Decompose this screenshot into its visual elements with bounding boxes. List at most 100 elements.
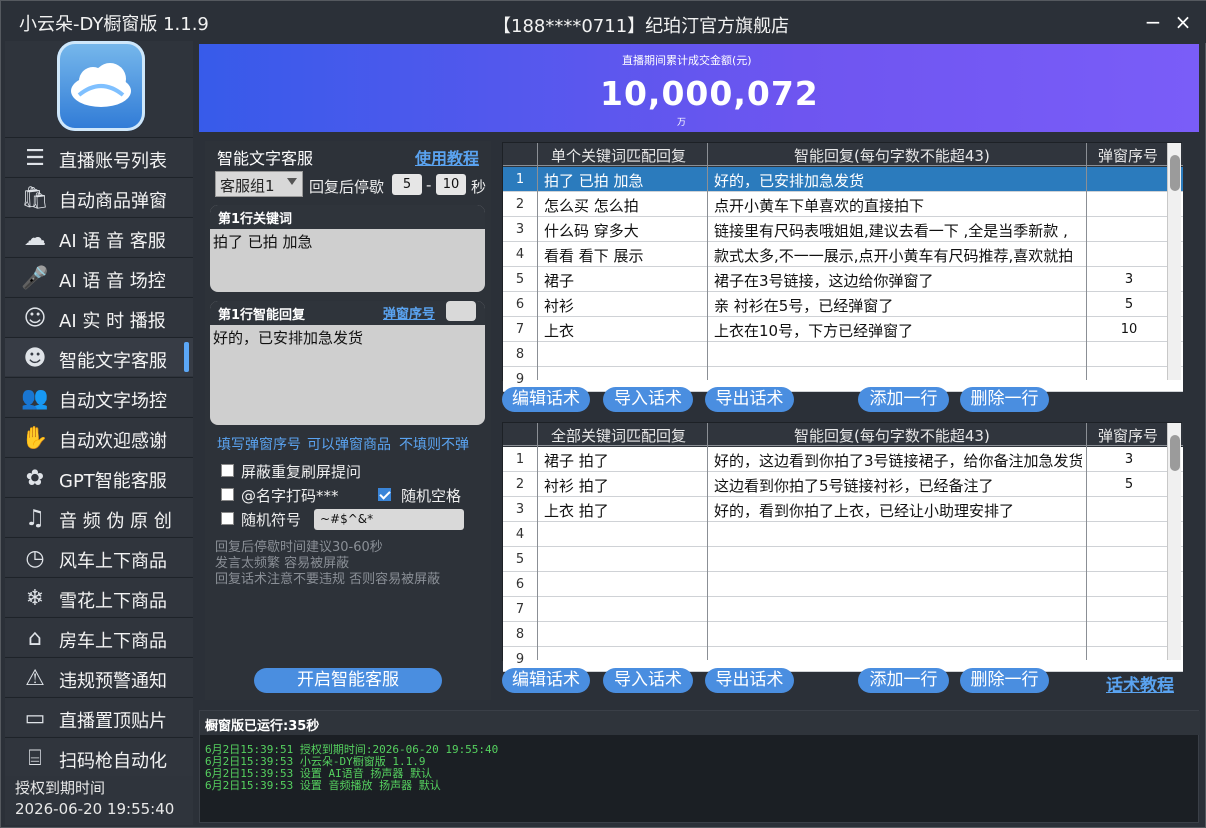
table-row[interactable]: 6 [503,572,1183,597]
sidebar-item-welcome[interactable]: ✋ 自动欢迎感谢 [5,417,193,456]
keyword-cell[interactable]: 上衣 [544,320,704,341]
sidebar-item-ai-voice-control[interactable]: 🎤 AI 语 音 场控 [5,257,193,296]
export-script-button-2[interactable]: 导出话术 [705,668,794,693]
reply-cell[interactable]: 裙子在3号链接，这边给你弹窗了 [714,270,1082,291]
table-row[interactable]: 2 衬衫 拍了 这边看到你拍了5号链接衬衫，已经备注了 5 [503,472,1183,497]
service-group-select[interactable]: 客服组1 [215,171,303,197]
sidebar-item-audio[interactable]: ♫ 音 频 伪 原 创 [5,497,193,536]
table-row[interactable]: 2 怎么买 怎么拍 点开小黄车下单喜欢的直接拍下 [503,192,1183,217]
sidebar-item-ai-voice-service[interactable]: ☁ AI 语 音 客服 [5,217,193,256]
sidebar-item-label: GPT智能客服 [59,471,167,492]
reply-cell[interactable]: 点开小黄车下单喜欢的直接拍下 [714,195,1082,216]
delete-row-button-1[interactable]: 删除一行 [960,387,1049,412]
table-row[interactable]: 8 [503,622,1183,647]
keyword-cell[interactable]: 裙子 [544,270,704,291]
reply-cell[interactable]: 好的，看到你拍了上衣，已经让小助理安排了 [714,500,1082,521]
edit-script-button-1[interactable]: 编辑话术 [502,387,590,412]
table-row[interactable]: 7 [503,597,1183,622]
popup-number-cell[interactable]: 5 [1085,297,1173,312]
table-row[interactable]: 1 裙子 拍了 好的，这边看到你拍了3号链接裙子，给你备注加急发货 3 [503,447,1183,472]
sidebar-item-live-accounts[interactable]: ☰ 直播账号列表 [5,137,193,176]
random-space-checkbox[interactable] [378,488,391,501]
popup-number-cell[interactable]: 3 [1085,272,1173,287]
keyword-cell[interactable]: 上衣 拍了 [544,500,704,521]
sidebar-item-gpt[interactable]: ✿ GPT智能客服 [5,457,193,496]
sidebar-item-warning[interactable]: ⚠ 违规预警通知 [5,657,193,696]
add-row-button-2[interactable]: 添加一行 [858,668,949,693]
reply-cell[interactable]: 款式太多,不一一展示,点开小黄车有尺码推荐,喜欢就拍 [714,245,1082,266]
reply-cell[interactable]: 亲 衬衫在5号，已经弹窗了 [714,295,1082,316]
block-repeat-checkbox[interactable] [221,464,234,477]
wave-hand-icon: ✋ [21,426,49,451]
pause-min-input[interactable]: 5 [392,174,422,195]
table-row[interactable]: 7 上衣 上衣在10号，下方已经弹窗了 10 [503,317,1183,342]
table-scrollbar[interactable] [1167,143,1181,380]
table-row[interactable]: 3 上衣 拍了 好的，看到你拍了上衣，已经让小助理安排了 [503,497,1183,522]
sidebar-item-scanner[interactable]: ⌸ 扫码枪自动化 [5,737,193,776]
popup-number-cell[interactable]: 10 [1085,322,1173,337]
table-row[interactable]: 4 [503,522,1183,547]
edit-script-button-2[interactable]: 编辑话术 [502,668,590,693]
table-row[interactable]: 8 [503,342,1183,367]
add-row-button-1[interactable]: 添加一行 [858,387,949,412]
delete-row-button-2[interactable]: 删除一行 [960,668,1049,693]
table-row[interactable]: 5 [503,547,1183,572]
symbol-input[interactable]: ~#$^&* [314,509,464,530]
expiry-value: 2026-06-20 19:55:40 [15,800,175,818]
table-row[interactable]: 1 拍了 已拍 加急 好的，已安排加急发货 [503,167,1183,192]
import-script-button-2[interactable]: 导入话术 [603,668,693,693]
reply-cell[interactable]: 上衣在10号，下方已经弹窗了 [714,320,1082,341]
note-pause: 回复后停歇时间建议30-60秒 [215,540,383,555]
export-script-button-1[interactable]: 导出话术 [705,387,794,412]
note-compliance: 回复话术注意不要违规 否则容易被屏蔽 [215,572,441,587]
close-button[interactable]: × [1171,10,1195,34]
random-symbol-checkbox[interactable] [221,512,234,525]
sidebar-item-windmill[interactable]: ◷ 风车上下商品 [5,537,193,576]
script-tutorial-link[interactable]: 话术教程 [1106,671,1174,696]
keyword-input[interactable]: 拍了 已拍 加急 [210,229,485,255]
keyword-cell[interactable]: 衬衫 [544,295,704,316]
reply-cell[interactable]: 链接里有尺码表哦姐姐,建议去看一下 ,全是当季新款 , [714,220,1082,241]
keyword-cell[interactable]: 看看 看下 展示 [544,245,704,266]
sidebar-item-sticker[interactable]: ▭ 直播置顶贴片 [5,697,193,736]
sales-amount: 10,000,072 [600,74,819,113]
keyword-cell[interactable]: 裙子 拍了 [544,450,704,471]
mask-name-checkbox[interactable] [221,488,234,501]
reply-cell[interactable]: 好的，已安排加急发货 [714,170,1082,191]
sidebar-item-ai-broadcast[interactable]: ☺ AI 实 时 播报 [5,297,193,336]
sidebar-item-auto-popup[interactable]: 🛍 自动商品弹窗 [5,177,193,216]
random-space-label: 随机空格 [401,487,462,505]
tutorial-link[interactable]: 使用教程 [415,145,479,169]
table-row[interactable]: 6 衬衫亲 衬衫在5号，已经弹窗了 5 [503,292,1183,317]
scroll-thumb[interactable] [1170,155,1180,191]
sidebar-item-snowflake[interactable]: ❄ 雪花上下商品 [5,577,193,616]
keyword-cell[interactable]: 怎么买 怎么拍 [544,195,704,216]
keyword-cell[interactable]: 衬衫 拍了 [544,475,704,496]
table-row[interactable]: 3 什么码 穿多大 链接里有尺码表哦姐姐,建议去看一下 ,全是当季新款 , [503,217,1183,242]
table-row[interactable]: 9 [503,367,1183,392]
broadcaster-icon: ☺ [23,306,47,331]
popup-number-link[interactable]: 弹窗序号 [383,303,435,322]
keyword-cell[interactable]: 什么码 穿多大 [544,220,704,241]
popup-number-input[interactable] [446,301,476,321]
reply-cell[interactable]: 好的，这边看到你拍了3号链接裙子，给你备注加急发货 [714,450,1082,471]
reply-input[interactable]: 好的，已安排加急发货 [210,325,485,351]
sidebar-item-text-control[interactable]: 👥 自动文字场控 [5,377,193,416]
scroll-thumb[interactable] [1170,435,1180,471]
pause-max-input[interactable]: 10 [436,174,466,195]
sidebar-item-rv[interactable]: ⌂ 房车上下商品 [5,617,193,656]
start-service-button[interactable]: 开启智能客服 [254,668,442,693]
minimize-button[interactable]: − [1141,10,1165,34]
sidebar-item-text-service[interactable]: ☻ 智能文字客服 [5,337,193,376]
popup-number-cell[interactable]: 3 [1085,452,1173,467]
table-row[interactable]: 9 [503,647,1183,672]
keyword-cell[interactable]: 拍了 已拍 加急 [544,170,704,191]
table-row[interactable]: 5 裙子 裙子在3号链接，这边给你弹窗了 3 [503,267,1183,292]
table-scrollbar[interactable] [1167,423,1181,660]
range-dash: - [426,176,432,194]
table-row[interactable]: 4 看看 看下 展示 款式太多,不一一展示,点开小黄车有尺码推荐,喜欢就拍 [503,242,1183,267]
reply-cell[interactable]: 这边看到你拍了5号链接衬衫，已经备注了 [714,475,1082,496]
import-script-button-1[interactable]: 导入话术 [603,387,693,412]
app-window: 小云朵-DY橱窗版 1.1.9 【188****0711】纪珀汀官方旗舰店 − … [0,0,1206,828]
popup-number-cell[interactable]: 5 [1085,477,1173,492]
